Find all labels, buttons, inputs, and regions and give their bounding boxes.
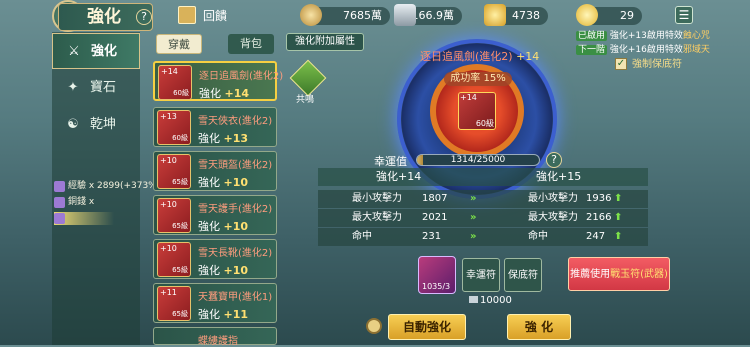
equipment-name: 雪天長靴(進化2) bbox=[198, 248, 273, 259]
equipment-thumb: +14 60級 bbox=[158, 65, 192, 100]
sword-icon: ⚔ bbox=[68, 44, 80, 59]
equipment-item[interactable]: +10 65級 雪天護手(進化2) 強化 +10 bbox=[153, 195, 277, 235]
compare-header: 強化+14 強化+15 bbox=[318, 168, 648, 186]
sidebar-item-qiankun[interactable]: ☯ 乾坤 bbox=[52, 107, 140, 143]
equipment-item[interactable]: +14 60級 逐日追風劍(進化2) 強化 +14 bbox=[153, 61, 283, 101]
sidebar-item-strengthen[interactable]: ⚔ 強化 bbox=[52, 33, 140, 69]
luck-value: 1314/25000 bbox=[450, 155, 506, 165]
equipment-level: 強化 +14 bbox=[199, 87, 250, 100]
equipment-level: 強化 +13 bbox=[198, 132, 249, 145]
equipment-item[interactable]: +10 65級 雪天頭盔(進化2) 強化 +10 bbox=[153, 151, 277, 191]
yin-yang-icon: ☯ bbox=[67, 117, 79, 132]
equipment-thumb: +10 65級 bbox=[157, 198, 191, 233]
resource-copper: 銅錢 x bbox=[54, 196, 94, 209]
equipment-item[interactable]: +13 60級 雪天俠衣(進化2) 強化 +13 bbox=[153, 107, 277, 147]
success-rate: 成功率 15% bbox=[444, 72, 512, 86]
tab-equipped[interactable]: 穿戴 bbox=[156, 34, 202, 54]
luck-label: 幸運值 bbox=[374, 155, 407, 168]
equipment-name: 雪天護手(進化2) bbox=[198, 204, 273, 215]
equipment-name: 天蠶寶甲(進化1) bbox=[198, 292, 273, 303]
equipment-level: 強化 +10 bbox=[198, 176, 249, 189]
cost-amount: 10000 bbox=[469, 295, 512, 306]
gift-label[interactable]: 回饋 bbox=[203, 7, 227, 25]
up-arrow-icon: ⬆ bbox=[614, 231, 623, 242]
next-level: 強化+15 bbox=[536, 170, 582, 183]
resource-exp: 經驗 x 2899(+373%) bbox=[54, 180, 160, 193]
next-effect-info: 下一階 強化+16啟用特效邪域天 bbox=[576, 45, 710, 55]
equipment-item[interactable]: 蝶縷護指 bbox=[153, 327, 277, 347]
material-count: 1035/3 bbox=[422, 282, 451, 291]
equipment-level: 強化 +10 bbox=[198, 264, 249, 277]
target-item-name: 逐日追風劍(進化2) +14 bbox=[420, 50, 540, 63]
silver-icon bbox=[469, 296, 478, 303]
protect-charm-label: 強制保底符 bbox=[632, 59, 682, 70]
equipment-name: 雪天俠衣(進化2) bbox=[198, 116, 273, 127]
protect-checkbox[interactable]: ✓ bbox=[615, 58, 627, 70]
menu-icon[interactable]: ☰ bbox=[675, 6, 693, 24]
resonance-label: 共鳴 bbox=[296, 95, 315, 105]
equipment-thumb: +13 60級 bbox=[157, 110, 191, 145]
coin-icon bbox=[300, 4, 322, 26]
arrow-icon: » bbox=[470, 193, 477, 204]
equipment-name: 雪天頭盔(進化2) bbox=[198, 160, 273, 171]
resource-other bbox=[54, 212, 114, 225]
luck-charm-slot[interactable]: 幸運符 bbox=[462, 258, 500, 292]
equipment-name: 逐日追風劍(進化2) bbox=[199, 71, 284, 82]
equipment-level: 強化 +10 bbox=[198, 220, 249, 233]
extra-attributes-button[interactable]: 強化附加屬性 bbox=[286, 33, 364, 51]
equipment-item[interactable]: +11 65級 天蠶寶甲(進化1) 強化 +11 bbox=[153, 283, 277, 323]
up-arrow-icon: ⬆ bbox=[614, 193, 623, 204]
protect-charm-slot[interactable]: 保底符 bbox=[504, 258, 542, 292]
arrow-icon: » bbox=[470, 212, 477, 223]
equipment-thumb: +10 65級 bbox=[157, 154, 191, 189]
gold-ingot-icon bbox=[484, 4, 506, 26]
sidebar-item-gem[interactable]: ✦ 寶石 bbox=[52, 70, 140, 106]
equipment-level: 強化 +11 bbox=[198, 308, 249, 321]
equipment-thumb: +11 65級 bbox=[157, 286, 191, 321]
active-effect-info: 已啟用 強化+13啟用特效蝕心咒 bbox=[576, 31, 710, 41]
recommend-banner[interactable]: 推薦使用戰玉符(武器) bbox=[568, 257, 670, 291]
gift-icon[interactable] bbox=[178, 6, 196, 24]
yuanbao-icon bbox=[576, 4, 598, 26]
help-icon[interactable]: ? bbox=[136, 9, 152, 25]
tab-bag[interactable]: 背包 bbox=[228, 34, 274, 54]
equipment-thumb: +10 65級 bbox=[157, 242, 191, 277]
stat-row: 最大攻擊力 2021 » 最大攻擊力 2166 ⬆ bbox=[318, 209, 648, 227]
up-arrow-icon: ⬆ bbox=[614, 212, 623, 223]
luck-bar: 1314/25000 bbox=[416, 154, 540, 166]
current-level: 強化+14 bbox=[376, 170, 422, 183]
strengthen-button[interactable]: 強 化 bbox=[507, 314, 571, 340]
luck-help-icon[interactable]: ? bbox=[546, 152, 562, 168]
resonance-icon[interactable] bbox=[289, 59, 327, 97]
settings-gear-icon[interactable] bbox=[366, 318, 382, 334]
equipment-item[interactable]: +10 65級 雪天長靴(進化2) 強化 +10 bbox=[153, 239, 277, 279]
arrow-icon: » bbox=[470, 231, 477, 242]
stat-row: 命中 231 » 命中 247 ⬆ bbox=[318, 228, 648, 246]
auto-strengthen-button[interactable]: 自動強化 bbox=[388, 314, 466, 340]
target-item-icon: +14 60級 bbox=[458, 92, 496, 130]
silver-ingot-icon bbox=[394, 4, 416, 26]
gem-icon: ✦ bbox=[67, 80, 79, 95]
stat-row: 最小攻擊力 1807 » 最小攻擊力 1936 ⬆ bbox=[318, 190, 648, 208]
